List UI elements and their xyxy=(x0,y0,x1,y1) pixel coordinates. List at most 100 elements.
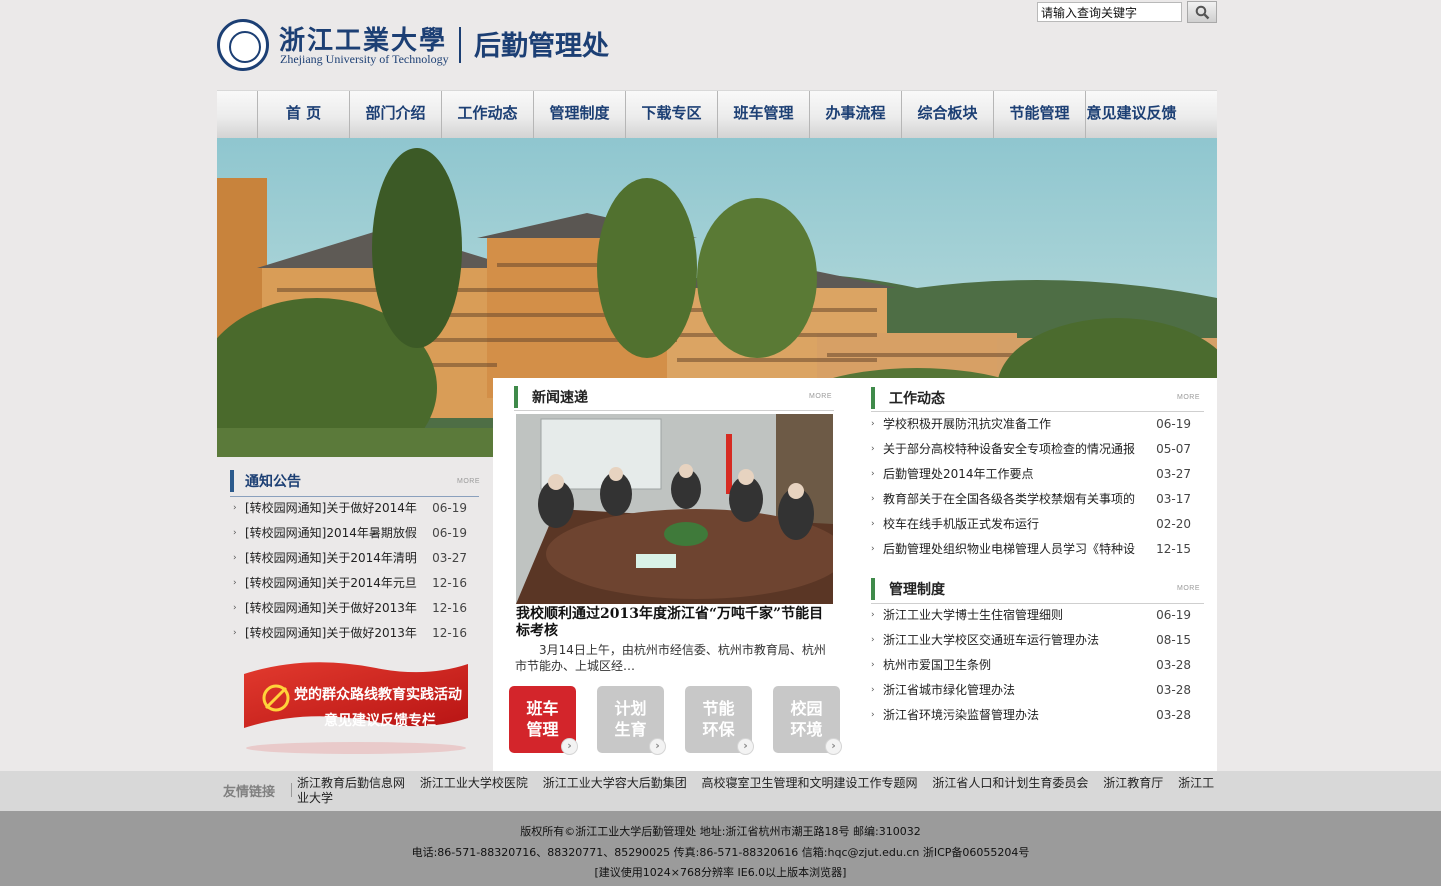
list-item-date: 06-19 xyxy=(1156,608,1191,622)
list-item[interactable]: › 关于部分高校特种设备安全专项检查的情况通报 05-07 xyxy=(871,437,1191,462)
nav-item-general[interactable]: 综合板块 xyxy=(902,91,993,138)
nav-item-procedures[interactable]: 办事流程 xyxy=(810,91,901,138)
news-photo[interactable] xyxy=(516,414,833,604)
list-item-title[interactable]: 浙江工业大学校区交通班车运行管理办法 xyxy=(883,628,1099,653)
arrow-icon: › xyxy=(871,685,875,695)
friendly-link[interactable]: 浙江工业大学容大后勤集团 xyxy=(543,776,687,790)
list-item-title[interactable]: 学校积极开展防汛抗灾准备工作 xyxy=(883,412,1051,437)
party-banner-line1: 党的群众路线教育实践活动 xyxy=(294,687,462,703)
list-item[interactable]: › 杭州市爱国卫生条例 03-28 xyxy=(871,653,1191,678)
list-item[interactable]: › [转校园网通知]关于2014年清明 03-27 xyxy=(233,546,467,571)
list-item-date: 02-20 xyxy=(1156,517,1191,531)
friendly-link[interactable]: 浙江工业大学校医院 xyxy=(420,776,528,790)
rules-more-link[interactable]: MORE xyxy=(1177,585,1200,592)
list-item-title[interactable]: 关于部分高校特种设备安全专项检查的情况通报 xyxy=(883,437,1135,462)
list-item-title[interactable]: 教育部关于在全国各级各类学校禁烟有关事项的 xyxy=(883,487,1135,512)
university-emblem-icon[interactable] xyxy=(217,19,269,71)
main-nav: 首 页 部门介绍 工作动态 管理制度 下载专区 班车管理 办事流程 综合板块 节… xyxy=(217,90,1217,138)
list-item[interactable]: › 浙江工业大学博士生住宿管理细则 06-19 xyxy=(871,603,1191,628)
tile-campus-environment[interactable]: 校园 环境 › xyxy=(773,686,842,755)
arrow-icon: › xyxy=(233,603,237,613)
nav-item-energy[interactable]: 节能管理 xyxy=(994,91,1085,138)
list-item-date: 12-16 xyxy=(432,576,467,590)
list-item-date: 08-15 xyxy=(1156,633,1191,647)
list-item-title[interactable]: 浙江省环境污染监督管理办法 xyxy=(883,703,1039,728)
party-feedback-banner[interactable]: 党的群众路线教育实践活动 意见建议反馈专栏 xyxy=(236,656,476,756)
chevron-right-icon: › xyxy=(649,738,666,755)
news-headline[interactable]: 我校顺利通过2013年度浙江省“万吨千家”节能目标考核 xyxy=(516,606,832,640)
friendly-links-separator xyxy=(291,783,292,797)
tile-label-line1: 节能 xyxy=(702,699,735,718)
news-title-bar xyxy=(514,386,518,408)
list-item-title[interactable]: [转校园网通知]关于做好2013年 xyxy=(245,621,417,646)
list-item-title[interactable]: [转校园网通知]关于2014年清明 xyxy=(245,546,417,571)
notices-title[interactable]: 通知公告 xyxy=(245,471,301,491)
list-item[interactable]: › 浙江工业大学校区交通班车运行管理办法 08-15 xyxy=(871,628,1191,653)
list-item-title[interactable]: 浙江省城市绿化管理办法 xyxy=(883,678,1015,703)
list-item-title[interactable]: 后勤管理处2014年工作要点 xyxy=(883,462,1034,487)
chevron-right-icon: › xyxy=(825,738,842,755)
nav-item-home[interactable]: 首 页 xyxy=(258,91,349,138)
friendly-link[interactable]: 浙江教育厅 xyxy=(1103,776,1163,790)
arrow-icon: › xyxy=(871,544,875,554)
friendly-link[interactable]: 高校寝室卫生管理和文明建设工作专题网 xyxy=(702,776,918,790)
list-item-date: 03-28 xyxy=(1156,658,1191,672)
list-item-date: 03-17 xyxy=(1156,492,1191,506)
list-item-title[interactable]: 浙江工业大学博士生住宿管理细则 xyxy=(883,603,1063,628)
friendly-link[interactable]: 浙江教育后勤信息网 xyxy=(297,776,405,790)
list-item-date: 06-19 xyxy=(1156,417,1191,431)
notices-more-link[interactable]: MORE xyxy=(457,478,480,485)
list-item[interactable]: › [转校园网通知]关于2014年元旦 12-16 xyxy=(233,571,467,596)
nav-item-about[interactable]: 部门介绍 xyxy=(350,91,441,138)
search-input[interactable] xyxy=(1037,2,1182,22)
list-item[interactable]: › [转校园网通知]2014年暑期放假 06-19 xyxy=(233,521,467,546)
nav-item-feedback[interactable]: 意见建议反馈 xyxy=(1086,91,1177,138)
search-button[interactable] xyxy=(1187,1,1217,23)
list-item-date: 03-28 xyxy=(1156,683,1191,697)
arrow-icon: › xyxy=(233,528,237,538)
list-item[interactable]: › 校车在线手机版正式发布运行 02-20 xyxy=(871,512,1191,537)
tile-family-planning[interactable]: 计划 生育 › xyxy=(597,686,666,755)
friendly-link[interactable]: 浙江省人口和计划生育委员会 xyxy=(932,776,1088,790)
rules-title[interactable]: 管理制度 xyxy=(889,579,945,599)
list-item[interactable]: › 后勤管理处2014年工作要点 03-27 xyxy=(871,462,1191,487)
list-item[interactable]: › 后勤管理处组织物业电梯管理人员学习《特种设 12-15 xyxy=(871,537,1191,562)
tile-shuttle-management[interactable]: 班车 管理 › xyxy=(509,686,578,755)
list-item-date: 06-19 xyxy=(432,526,467,540)
list-item[interactable]: › [转校园网通知]关于做好2013年 12-16 xyxy=(233,596,467,621)
nav-item-downloads[interactable]: 下载专区 xyxy=(626,91,717,138)
rules-list: › 浙江工业大学博士生住宿管理细则 06-19 › 浙江工业大学校区交通班车运行管理办… xyxy=(871,603,1191,728)
work-more-link[interactable]: MORE xyxy=(1177,394,1200,401)
list-item-title[interactable]: 后勤管理处组织物业电梯管理人员学习《特种设 xyxy=(883,537,1135,562)
work-title[interactable]: 工作动态 xyxy=(889,388,945,408)
tile-energy-saving[interactable]: 节能 环保 › xyxy=(685,686,754,755)
footer: 版权所有©浙江工业大学后勤管理处 地址:浙江省杭州市潮王路18号 邮编:3100… xyxy=(0,811,1441,886)
list-item-title[interactable]: 杭州市爱国卫生条例 xyxy=(883,653,991,678)
list-item-title[interactable]: [转校园网通知]2014年暑期放假 xyxy=(245,521,417,546)
list-item[interactable]: › 浙江省环境污染监督管理办法 03-28 xyxy=(871,703,1191,728)
arrow-icon: › xyxy=(871,494,875,504)
list-item-title[interactable]: [转校园网通知]关于做好2014年 xyxy=(245,496,417,521)
tile-label-line2: 生育 xyxy=(614,720,647,739)
list-item-title[interactable]: [转校园网通知]关于做好2013年 xyxy=(245,596,417,621)
list-item-date: 06-19 xyxy=(432,501,467,515)
rules-title-bar xyxy=(871,578,875,600)
list-item[interactable]: › [转校园网通知]关于做好2014年 06-19 xyxy=(233,496,467,521)
nav-item-rules[interactable]: 管理制度 xyxy=(534,91,625,138)
list-item[interactable]: › 浙江省城市绿化管理办法 03-28 xyxy=(871,678,1191,703)
news-more-link[interactable]: MORE xyxy=(809,393,832,400)
arrow-icon: › xyxy=(871,469,875,479)
arrow-icon: › xyxy=(871,660,875,670)
search-icon xyxy=(1195,5,1210,20)
nav-item-shuttle[interactable]: 班车管理 xyxy=(718,91,809,138)
list-item[interactable]: › [转校园网通知]关于做好2013年 12-16 xyxy=(233,621,467,646)
list-item[interactable]: › 教育部关于在全国各级各类学校禁烟有关事项的 03-17 xyxy=(871,487,1191,512)
news-underline xyxy=(514,410,834,411)
list-item[interactable]: › 学校积极开展防汛抗灾准备工作 06-19 xyxy=(871,412,1191,437)
news-title[interactable]: 新闻速递 xyxy=(532,387,588,407)
list-item-title[interactable]: 校车在线手机版正式发布运行 xyxy=(883,512,1039,537)
list-item-date: 12-15 xyxy=(1156,542,1191,556)
footer-contact: 电话:86-571-88320716、88320771、85290025 传真:… xyxy=(411,846,1030,859)
nav-item-work-news[interactable]: 工作动态 xyxy=(442,91,533,138)
list-item-title[interactable]: [转校园网通知]关于2014年元旦 xyxy=(245,571,417,596)
